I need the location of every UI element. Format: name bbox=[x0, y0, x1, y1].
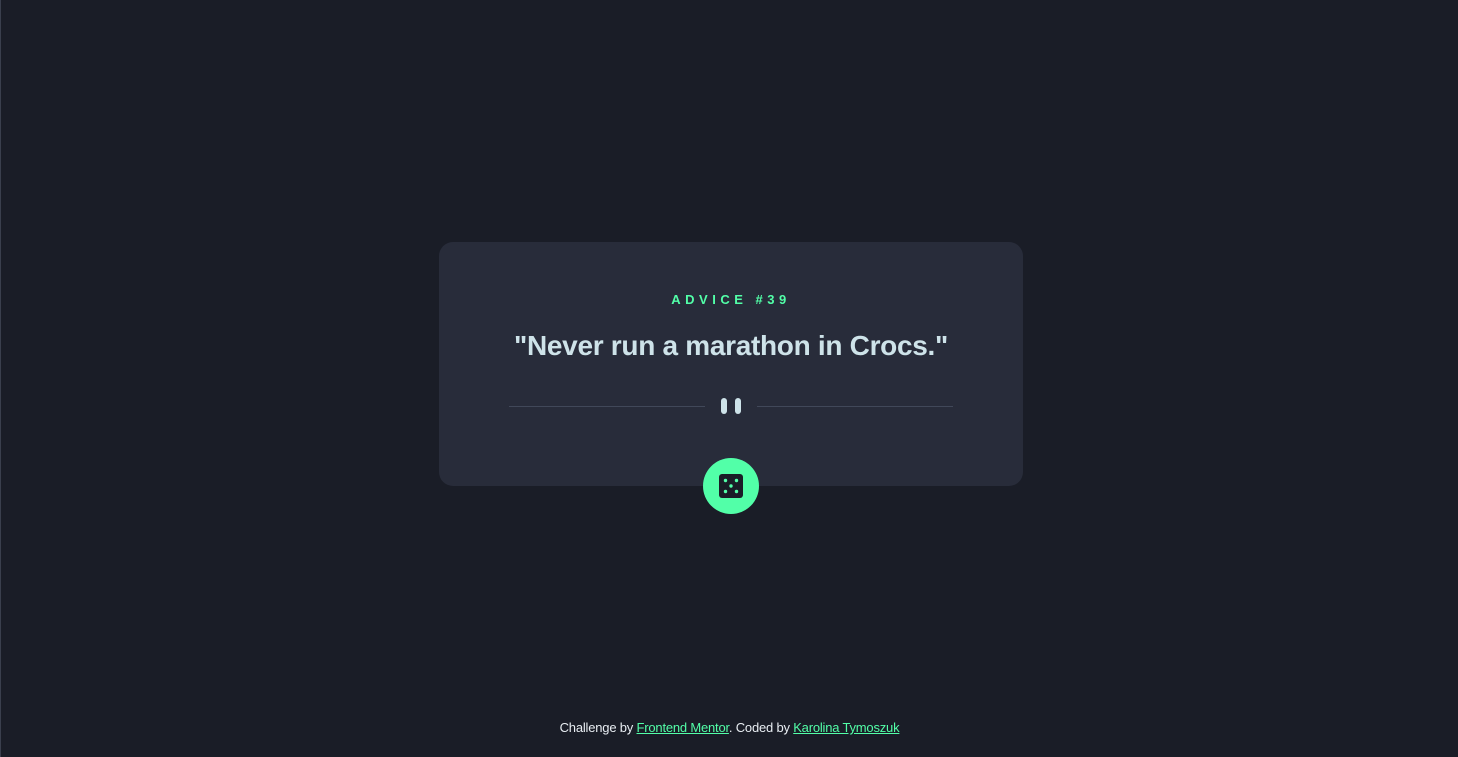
new-advice-button[interactable] bbox=[703, 458, 759, 514]
advice-quote: "Never run a marathon in Crocs." bbox=[514, 330, 948, 361]
pause-icon bbox=[721, 398, 741, 414]
divider bbox=[509, 398, 953, 414]
attribution-footer: Challenge by Frontend Mentor. Coded by K… bbox=[1, 720, 1458, 735]
advice-number: ADVICE #39 bbox=[671, 292, 791, 307]
footer-prefix: Challenge by bbox=[559, 720, 637, 735]
divider-line-right bbox=[757, 406, 953, 407]
divider-line-left bbox=[509, 406, 705, 407]
author-link[interactable]: Karolina Tymoszuk bbox=[793, 720, 899, 735]
frontend-mentor-link[interactable]: Frontend Mentor bbox=[637, 720, 730, 735]
advice-card: ADVICE #39 "Never run a marathon in Croc… bbox=[439, 242, 1023, 486]
page: ADVICE #39 "Never run a marathon in Croc… bbox=[0, 0, 1458, 757]
dice-icon bbox=[719, 474, 743, 498]
footer-middle: . Coded by bbox=[728, 720, 794, 735]
